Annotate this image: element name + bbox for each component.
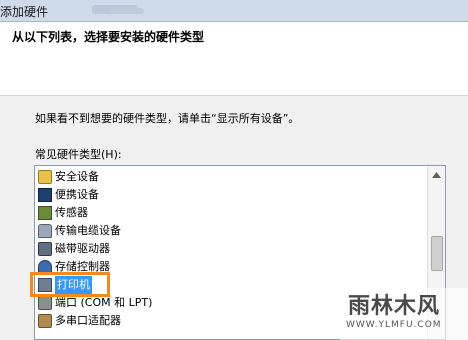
list-item-label: 传输电缆设备	[55, 224, 121, 237]
tape-drive-icon	[38, 242, 52, 256]
scroll-thumb[interactable]	[431, 236, 443, 271]
window-titlebar: 添加硬件	[0, 0, 468, 22]
list-item-label: 磁带驱动器	[55, 242, 110, 255]
watermark-logo: 雨林木风	[348, 294, 441, 319]
hint-text: 如果看不到想要的硬件类型，请单击“显示所有设备”。	[35, 112, 300, 125]
list-item-label: 安全设备	[55, 170, 99, 183]
watermark: 雨林木风 WWW.YLMFU.COM	[340, 288, 468, 340]
list-item-label: 传感器	[55, 206, 88, 219]
list-item-portable-device[interactable]: 便携设备	[38, 186, 418, 204]
sensor-icon	[38, 206, 52, 220]
chevron-up-icon	[432, 171, 441, 178]
list-item-security-device[interactable]: 安全设备	[38, 168, 418, 186]
list-item-tape-drive[interactable]: 磁带驱动器	[38, 240, 418, 258]
list-item-sensor[interactable]: 传感器	[38, 204, 418, 222]
cable-device-icon	[38, 224, 52, 238]
watermark-url: WWW.YLMFU.COM	[346, 320, 442, 330]
portable-device-icon	[38, 188, 52, 202]
port-icon	[38, 296, 52, 310]
multiport-adapter-icon	[38, 314, 52, 328]
list-item-cable-device[interactable]: 传输电缆设备	[38, 222, 418, 240]
wizard-header: 从以下列表，选择要安装的硬件类型	[0, 22, 468, 96]
header-title: 从以下列表，选择要安装的硬件类型	[12, 30, 205, 44]
scroll-up-button[interactable]	[428, 166, 445, 183]
hardware-type-list-label: 常见硬件类型(H):	[35, 148, 122, 161]
blurred-title-region-2	[110, 8, 144, 14]
key-icon	[38, 170, 52, 184]
window-title: 添加硬件	[0, 5, 49, 19]
list-item-label: 多串口适配器	[55, 314, 121, 327]
list-item-label: 便携设备	[55, 188, 99, 201]
selection-highlight-annotation	[30, 272, 110, 297]
